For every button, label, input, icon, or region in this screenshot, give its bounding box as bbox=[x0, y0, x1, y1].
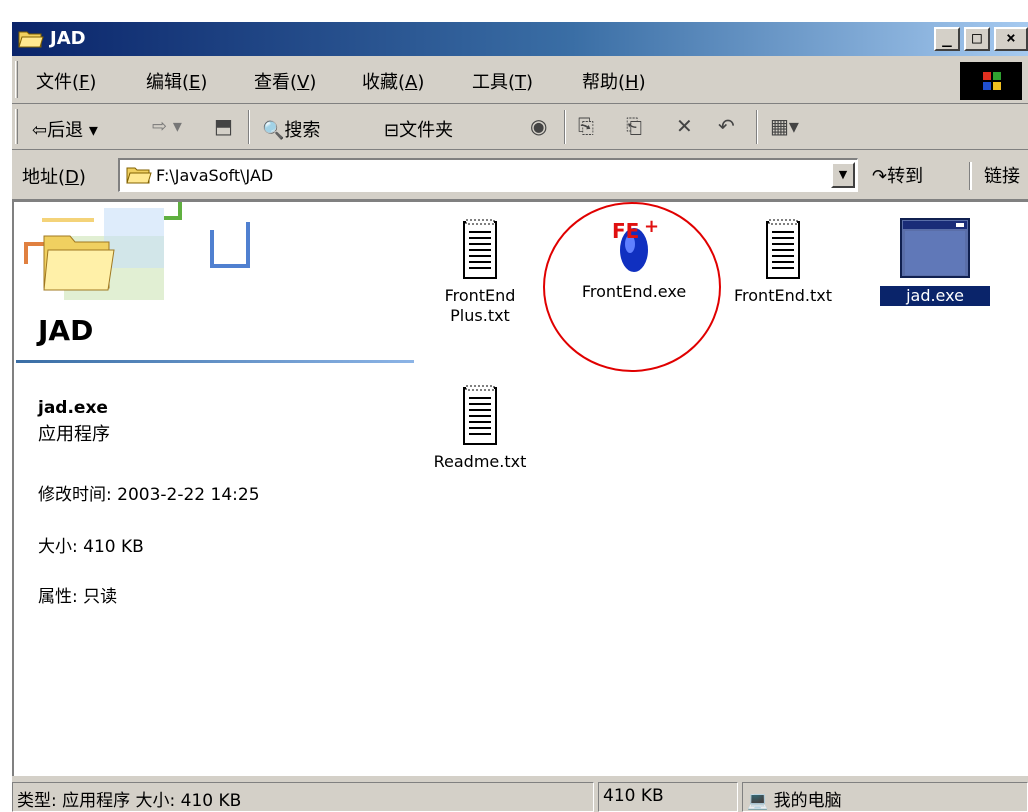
folder-title: JAD bbox=[38, 314, 94, 347]
forward-arrow-icon: ⇨ bbox=[152, 116, 168, 137]
file-attributes: 属性: 只读 bbox=[38, 587, 118, 607]
go-button[interactable]: ↷转到 bbox=[872, 162, 923, 188]
menu-edit[interactable]: 编辑(E) bbox=[146, 68, 207, 94]
title-divider bbox=[16, 360, 414, 363]
title-bar[interactable]: JAD _ □ × bbox=[12, 22, 1028, 56]
copy-to-icon[interactable]: ⎗ bbox=[626, 114, 642, 138]
standard-toolbar: ⇦后退 ▾ ⇨ ▾ ⬒ 🔍搜索 ⊟文件夹 ◉ ⎘ ⎗ ✕ ↶ ▦▾ bbox=[12, 104, 1028, 150]
toolbar-grip[interactable] bbox=[15, 109, 18, 144]
move-to-icon[interactable]: ⎘ bbox=[578, 114, 594, 138]
search-icon: 🔍 bbox=[262, 120, 285, 141]
address-bar: 地址(D) F:\JavaSoft\JAD ▼ ↷转到 链接 bbox=[12, 150, 1028, 200]
search-button[interactable]: 🔍搜索 bbox=[262, 116, 320, 142]
go-arrow-icon: ↷ bbox=[872, 166, 888, 187]
folder-content[interactable]: JAD jad.exe 应用程序 修改时间: 2003-2-22 14:25 大… bbox=[12, 200, 1028, 776]
menu-help[interactable]: 帮助(H) bbox=[582, 68, 646, 94]
menu-grip[interactable] bbox=[15, 61, 18, 98]
file-label: Readme.txt bbox=[433, 452, 527, 471]
file-label: FrontEnd.txt bbox=[734, 286, 832, 305]
menu-view[interactable]: 查看(V) bbox=[254, 68, 316, 94]
toolbar-separator bbox=[564, 110, 566, 144]
menu-file[interactable]: 文件(F) bbox=[36, 68, 96, 94]
close-button[interactable]: × bbox=[994, 27, 1028, 51]
application-window-icon bbox=[900, 218, 970, 278]
file-size: 大小: 410 KB bbox=[38, 537, 144, 557]
menu-tools[interactable]: 工具(T) bbox=[472, 68, 533, 94]
toolbar-separator bbox=[756, 110, 758, 144]
status-size: 410 KB bbox=[598, 782, 738, 812]
forward-button[interactable]: ⇨ ▾ bbox=[152, 116, 182, 137]
back-arrow-icon: ⇦ bbox=[32, 120, 48, 141]
text-document-icon bbox=[766, 219, 800, 279]
menu-bar: 文件(F) 编辑(E) 查看(V) 收藏(A) 工具(T) 帮助(H) bbox=[12, 56, 1028, 104]
explorer-window: JAD _ □ × 文件(F) 编辑(E) 查看(V) 收藏(A) 工具(T) … bbox=[10, 20, 1028, 812]
file-item-jad-exe[interactable]: jad.exe bbox=[879, 216, 991, 307]
folder-banner-graphic bbox=[24, 202, 250, 300]
selected-file-type: 应用程序 bbox=[38, 424, 110, 445]
file-item-frontend-txt[interactable]: FrontEnd.txt bbox=[718, 218, 848, 306]
open-folder-icon bbox=[18, 31, 44, 48]
file-label: FrontEnd bbox=[444, 286, 516, 305]
file-item-readme-txt[interactable]: Readme.txt bbox=[422, 384, 538, 472]
undo-icon[interactable]: ↶ bbox=[718, 114, 735, 138]
views-icon[interactable]: ▦▾ bbox=[770, 114, 799, 138]
back-button[interactable]: ⇦后退 ▾ bbox=[32, 116, 98, 142]
delete-icon[interactable]: ✕ bbox=[676, 114, 693, 138]
links-button[interactable]: 链接 bbox=[970, 162, 1020, 190]
address-input[interactable]: F:\JavaSoft\JAD ▼ bbox=[118, 158, 858, 192]
text-document-icon bbox=[463, 385, 497, 445]
history-icon[interactable]: ◉ bbox=[530, 114, 547, 138]
minimize-button[interactable]: _ bbox=[934, 27, 960, 51]
folders-icon: ⊟ bbox=[384, 120, 400, 141]
windows-flag-icon bbox=[983, 72, 1001, 90]
web-view-panel: JAD jad.exe 应用程序 修改时间: 2003-2-22 14:25 大… bbox=[14, 202, 414, 776]
toolbar-separator bbox=[248, 110, 250, 144]
menu-favorites[interactable]: 收藏(A) bbox=[362, 68, 424, 94]
folder-icon bbox=[126, 167, 152, 184]
address-dropdown-button[interactable]: ▼ bbox=[831, 162, 855, 188]
maximize-button[interactable]: □ bbox=[964, 27, 990, 51]
up-folder-icon[interactable]: ⬒ bbox=[214, 114, 233, 138]
status-zone: 💻 我的电脑 bbox=[742, 782, 1028, 812]
folders-button[interactable]: ⊟文件夹 bbox=[384, 116, 453, 142]
address-path: F:\JavaSoft\JAD bbox=[156, 166, 274, 185]
status-description: 类型: 应用程序 大小: 410 KB bbox=[12, 782, 594, 812]
window-title: JAD bbox=[50, 28, 86, 49]
my-computer-icon: 💻 bbox=[747, 791, 769, 811]
file-label-line2: Plus.txt bbox=[450, 306, 510, 325]
file-label: jad.exe bbox=[879, 285, 991, 307]
windows-logo bbox=[960, 62, 1022, 100]
address-label: 地址(D) bbox=[22, 167, 86, 188]
text-document-icon bbox=[463, 219, 497, 279]
selected-file-name: jad.exe bbox=[38, 398, 108, 418]
modified-time: 修改时间: 2003-2-22 14:25 bbox=[38, 485, 260, 505]
annotation-circle bbox=[543, 202, 721, 372]
status-bar: 类型: 应用程序 大小: 410 KB 410 KB 💻 我的电脑 bbox=[12, 778, 1028, 812]
file-item-frontend-plus-txt[interactable]: FrontEnd Plus.txt bbox=[428, 218, 532, 326]
